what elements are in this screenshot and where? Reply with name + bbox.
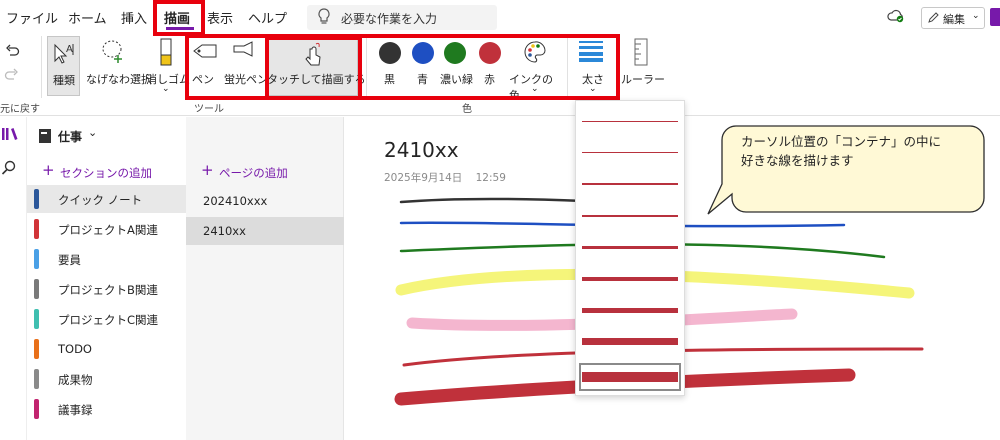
add-section-label: セクションの追加 [60, 166, 152, 180]
redo-icon[interactable] [4, 68, 20, 87]
thickness-option[interactable] [582, 215, 678, 217]
menu-view[interactable]: 表示 [207, 8, 233, 27]
section-color-tab [34, 219, 39, 239]
section-color-tab [34, 339, 39, 359]
lasso-select-button[interactable]: なげなわ選択 [86, 36, 152, 96]
section-color-tab [34, 399, 39, 419]
lasso-icon [100, 38, 126, 67]
callout-line-1: カーソル位置の「コンテナ」の中に [741, 134, 942, 149]
sync-cloud-icon[interactable] [887, 8, 905, 27]
onenote-app-icon [990, 8, 1000, 26]
lasso-label: なげなわ選択 [86, 73, 152, 86]
eraser-icon [159, 38, 173, 71]
thickness-option[interactable] [582, 277, 678, 281]
ribbon-divider [41, 36, 42, 98]
section-item[interactable]: 要員 [27, 245, 186, 273]
page-item[interactable]: 2410xx [186, 217, 344, 245]
undo-icon[interactable] [4, 44, 20, 63]
section-label: プロジェクトC関連 [58, 313, 159, 327]
section-label: プロジェクトA関連 [58, 223, 158, 237]
thickness-option[interactable] [582, 338, 678, 345]
section-item[interactable]: プロジェクトC関連 [27, 305, 186, 333]
menu-file[interactable]: ファイル [6, 8, 58, 27]
search-input[interactable]: 必要な作業を入力 [307, 5, 497, 30]
section-item[interactable]: TODO [27, 335, 186, 363]
color-group-label: 色 [462, 104, 472, 115]
thickness-option[interactable] [582, 246, 678, 249]
edit-label: 編集 [943, 13, 965, 26]
menu-insert[interactable]: 挿入 [121, 8, 147, 27]
menu-help[interactable]: ヘルプ [248, 8, 287, 27]
notebook-name: 仕事 [58, 130, 83, 144]
add-page-label: ページの追加 [219, 166, 288, 180]
page-label: 2410xx [203, 224, 246, 238]
section-item[interactable]: 成果物 [27, 365, 186, 393]
section-item[interactable]: 議事録 [27, 395, 186, 423]
plus-icon: + [201, 161, 214, 179]
thickness-option[interactable] [582, 308, 678, 313]
left-rail [0, 117, 27, 440]
thickness-option[interactable] [582, 121, 678, 122]
section-color-tab [34, 279, 39, 299]
lightbulb-icon [317, 8, 331, 29]
callout-text: カーソル位置の「コンテナ」の中に 好きな線を描けます [741, 132, 981, 170]
section-color-tab [34, 309, 39, 329]
type-tool-button[interactable]: A 種類 [47, 36, 80, 96]
section-label: 要員 [58, 253, 81, 267]
cursor-text-icon: A [51, 41, 77, 68]
section-color-tab [34, 249, 39, 269]
pages-pane: + ページの追加 202410xxx 2410xx [186, 117, 344, 440]
type-tool-label: 種類 [53, 74, 75, 87]
search-placeholder: 必要な作業を入力 [341, 12, 438, 26]
section-label: プロジェクトB関連 [58, 283, 158, 297]
chevron-down-icon: ⌄ [88, 126, 98, 139]
section-color-tab [34, 189, 39, 209]
sections-pane: 仕事 ⌄ + セクションの追加 クイック ノート プロジェクトA関連 要員 プロ… [27, 117, 186, 440]
explanation-callout: カーソル位置の「コンテナ」の中に 好きな線を描けます [680, 120, 1000, 220]
thickness-dropdown [575, 100, 685, 396]
edit-mode-button[interactable]: 編集 ⌄ [921, 7, 985, 29]
chevron-down-icon: ⌄ [972, 11, 980, 21]
section-label: 成果物 [58, 373, 93, 387]
tools-group-label: ツール [194, 104, 224, 115]
draw-tab-highlight [153, 0, 205, 36]
thickness-option[interactable] [582, 152, 678, 153]
section-item[interactable]: クイック ノート [27, 185, 186, 213]
search-icon[interactable] [1, 160, 17, 179]
section-item[interactable]: プロジェクトB関連 [27, 275, 186, 303]
section-color-tab [34, 369, 39, 389]
thickness-option[interactable] [582, 183, 678, 185]
add-section-button[interactable]: + セクションの追加 [42, 161, 182, 183]
ink-stroke-black [399, 197, 586, 204]
ruler-button[interactable]: ルーラー [617, 36, 667, 96]
drawing-tools-highlight [185, 34, 620, 100]
notebook-icon [38, 128, 52, 147]
notebook-selector[interactable]: 仕事 ⌄ [35, 125, 185, 147]
plus-icon: + [42, 161, 55, 179]
eraser-button[interactable]: 消しゴム ⌄ [146, 36, 190, 98]
ruler-label: ルーラー [621, 73, 665, 86]
page-item[interactable]: 202410xxx [186, 187, 344, 215]
eraser-chevron-down-icon[interactable]: ⌄ [162, 84, 170, 94]
section-label: TODO [58, 342, 92, 356]
notebooks-icon[interactable] [1, 126, 19, 145]
menu-bar: ファイル ホーム 挿入 描画 表示 ヘルプ 必要な作業を入力 編集 ⌄ [0, 0, 1000, 34]
callout-line-2: 好きな線を描けます [741, 153, 854, 168]
svg-text:A: A [66, 44, 73, 55]
menu-home[interactable]: ホーム [68, 8, 107, 27]
thickness-option-line [582, 372, 678, 382]
page-label: 202410xxx [203, 194, 268, 208]
section-label: 議事録 [58, 403, 93, 417]
pencil-icon [927, 11, 940, 27]
thickness-option-selected[interactable] [579, 363, 681, 391]
section-item[interactable]: プロジェクトA関連 [27, 215, 186, 243]
undo-group-label: 元に戻す [0, 104, 40, 115]
ruler-icon [633, 38, 649, 69]
section-label: クイック ノート [58, 193, 143, 207]
add-page-button[interactable]: + ページの追加 [201, 161, 341, 183]
